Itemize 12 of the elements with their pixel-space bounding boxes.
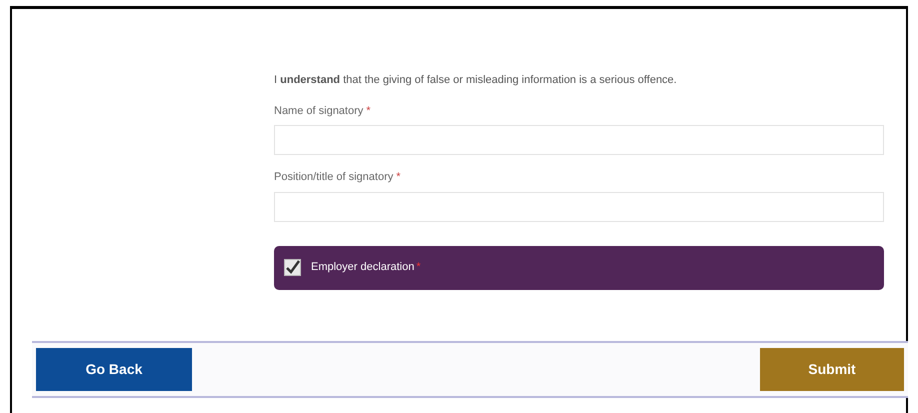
text-input[interactable]: [274, 192, 884, 222]
checkbox[interactable]: [284, 259, 301, 276]
field-label: Name of signatory: [274, 104, 364, 118]
declaration-statement: I understand that the giving of false or misleading information is a serious offence.: [274, 73, 678, 88]
field-label: Position/title of signatory: [274, 170, 394, 185]
submit-button[interactable]: Submit: [760, 348, 904, 390]
required-mark: *: [416, 260, 421, 276]
back-button[interactable]: Go Back: [36, 348, 192, 390]
required-mark: *: [366, 104, 371, 118]
required-mark: *: [396, 170, 401, 185]
text-input[interactable]: [274, 125, 884, 155]
declaration-label: Employer declaration: [311, 260, 414, 276]
